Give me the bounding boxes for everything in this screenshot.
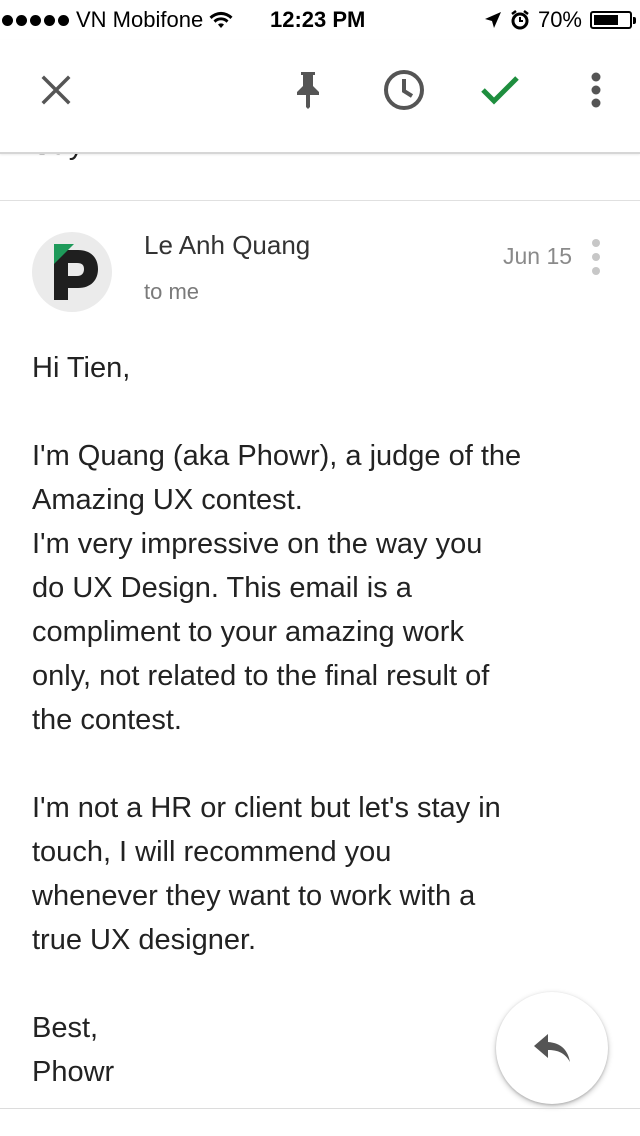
body-line: true UX designer. xyxy=(32,924,257,956)
message-more-button[interactable] xyxy=(584,239,608,275)
sender-name[interactable]: Le Anh Quang xyxy=(144,230,310,261)
mark-done-button[interactable] xyxy=(476,66,524,114)
body-line: I'm very impressive on the way you xyxy=(32,528,483,560)
status-time: 12:23 PM xyxy=(270,7,366,32)
body-line: only, not related to the final result of xyxy=(32,660,490,692)
avatar[interactable] xyxy=(32,232,112,312)
email-toolbar xyxy=(0,40,640,154)
close-icon xyxy=(41,75,71,105)
recipient-label[interactable]: to me xyxy=(144,279,199,305)
wifi-icon xyxy=(209,11,233,28)
divider xyxy=(0,1108,640,1109)
status-right: 70% xyxy=(484,7,636,33)
check-icon xyxy=(481,76,519,105)
body-line: Amazing UX contest. xyxy=(32,484,303,516)
snooze-clock-icon xyxy=(384,70,424,110)
reply-icon xyxy=(534,1034,570,1062)
body-line: whenever they want to work with a xyxy=(32,880,476,912)
signal-dots-icon xyxy=(2,14,69,26)
sender-logo-icon xyxy=(54,244,98,300)
carrier-name: VN Mobifone xyxy=(76,7,204,32)
location-arrow-icon xyxy=(484,12,501,28)
more-vert-icon xyxy=(591,72,601,108)
divider xyxy=(0,200,640,201)
status-bar: VN Mobifone 12:23 PM 70% xyxy=(0,0,640,40)
more-vert-icon xyxy=(592,239,600,247)
status-left: VN Mobifone xyxy=(0,7,239,33)
pin-icon xyxy=(297,72,319,109)
snooze-button[interactable] xyxy=(380,66,428,114)
alarm-icon xyxy=(511,10,529,30)
body-line: the contest. xyxy=(32,704,182,736)
battery-percent: 70% xyxy=(537,7,582,32)
battery-fill xyxy=(594,15,618,25)
battery-icon xyxy=(590,11,636,29)
message-date: Jun 15 xyxy=(503,243,573,269)
greeting: Hi Tien, xyxy=(32,352,131,384)
pin-button[interactable] xyxy=(284,66,332,114)
body-line: compliment to your amazing work xyxy=(32,616,464,648)
email-body: Hi Tien, I'm Quang (aka Phowr), a judge … xyxy=(32,346,592,1094)
body-line: do UX Design. This email is a xyxy=(32,572,412,604)
close-button[interactable] xyxy=(32,66,80,114)
body-line: I'm not a HR or client but let's stay in xyxy=(32,792,501,824)
body-line: touch, I will recommend you xyxy=(32,836,392,868)
body-line: I'm Quang (aka Phowr), a judge of the xyxy=(32,440,522,472)
reply-button[interactable] xyxy=(496,992,608,1104)
more-options-button[interactable] xyxy=(572,66,620,114)
